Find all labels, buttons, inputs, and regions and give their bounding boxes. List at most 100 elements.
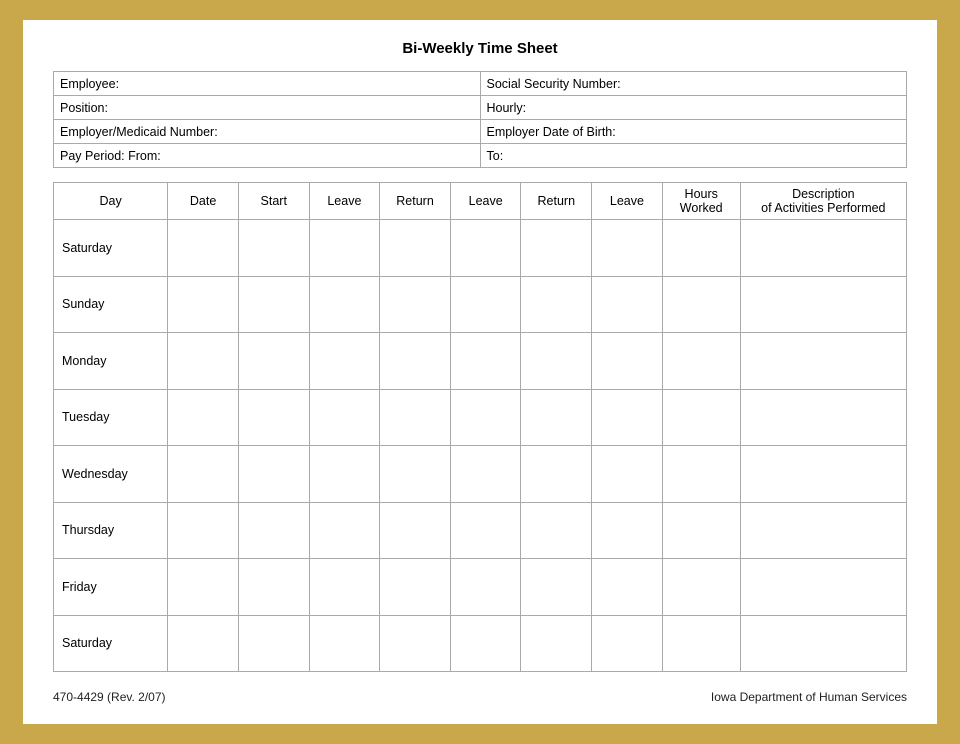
info-label-left: Employee: xyxy=(54,72,481,96)
time-cell[interactable] xyxy=(168,446,239,503)
time-cell[interactable] xyxy=(662,615,740,672)
day-cell: Thursday xyxy=(54,502,168,559)
time-cell[interactable] xyxy=(662,446,740,503)
time-cell[interactable] xyxy=(168,389,239,446)
time-cell[interactable] xyxy=(238,446,309,503)
page: Bi-Weekly Time Sheet Employee:Social Sec… xyxy=(20,17,940,727)
column-header-2: Start xyxy=(238,183,309,220)
time-cell[interactable] xyxy=(309,389,380,446)
time-cell[interactable] xyxy=(309,559,380,616)
time-cell[interactable] xyxy=(592,615,663,672)
column-header-5: Leave xyxy=(450,183,521,220)
time-cell[interactable] xyxy=(309,615,380,672)
info-label-right: Social Security Number: xyxy=(480,72,907,96)
time-cell[interactable] xyxy=(380,615,451,672)
column-header-8: HoursWorked xyxy=(662,183,740,220)
day-cell: Sunday xyxy=(54,276,168,333)
time-cell[interactable] xyxy=(662,389,740,446)
time-cell[interactable] xyxy=(238,333,309,390)
time-cell[interactable] xyxy=(740,615,906,672)
time-cell[interactable] xyxy=(592,276,663,333)
time-cell[interactable] xyxy=(662,220,740,277)
table-row: Monday xyxy=(54,333,907,390)
column-header-9: Descriptionof Activities Performed xyxy=(740,183,906,220)
info-label-right: To: xyxy=(480,144,907,168)
time-cell[interactable] xyxy=(380,276,451,333)
time-cell[interactable] xyxy=(450,559,521,616)
timesheet-table: DayDateStartLeaveReturnLeaveReturnLeaveH… xyxy=(53,182,907,672)
time-cell[interactable] xyxy=(450,446,521,503)
time-cell[interactable] xyxy=(168,276,239,333)
time-cell[interactable] xyxy=(309,220,380,277)
time-cell[interactable] xyxy=(168,615,239,672)
time-cell[interactable] xyxy=(740,502,906,559)
time-cell[interactable] xyxy=(450,276,521,333)
column-header-7: Leave xyxy=(592,183,663,220)
day-cell: Saturday xyxy=(54,615,168,672)
info-label-right: Hourly: xyxy=(480,96,907,120)
time-cell[interactable] xyxy=(662,559,740,616)
time-cell[interactable] xyxy=(450,333,521,390)
time-cell[interactable] xyxy=(740,276,906,333)
time-cell[interactable] xyxy=(521,389,592,446)
time-cell[interactable] xyxy=(309,502,380,559)
time-cell[interactable] xyxy=(238,276,309,333)
time-cell[interactable] xyxy=(450,615,521,672)
time-cell[interactable] xyxy=(380,559,451,616)
time-cell[interactable] xyxy=(740,333,906,390)
info-table: Employee:Social Security Number:Position… xyxy=(53,71,907,168)
time-cell[interactable] xyxy=(309,446,380,503)
time-cell[interactable] xyxy=(309,333,380,390)
info-label-right: Employer Date of Birth: xyxy=(480,120,907,144)
time-cell[interactable] xyxy=(238,559,309,616)
footer-left: 470-4429 (Rev. 2/07) xyxy=(53,690,166,704)
time-cell[interactable] xyxy=(238,220,309,277)
day-cell: Wednesday xyxy=(54,446,168,503)
time-cell[interactable] xyxy=(168,502,239,559)
time-cell[interactable] xyxy=(238,502,309,559)
time-cell[interactable] xyxy=(521,220,592,277)
time-cell[interactable] xyxy=(238,615,309,672)
time-cell[interactable] xyxy=(740,389,906,446)
time-cell[interactable] xyxy=(662,333,740,390)
time-cell[interactable] xyxy=(521,276,592,333)
time-cell[interactable] xyxy=(380,220,451,277)
time-cell[interactable] xyxy=(238,389,309,446)
column-header-3: Leave xyxy=(309,183,380,220)
table-row: Tuesday xyxy=(54,389,907,446)
time-cell[interactable] xyxy=(662,276,740,333)
time-cell[interactable] xyxy=(592,220,663,277)
time-cell[interactable] xyxy=(380,502,451,559)
time-cell[interactable] xyxy=(168,220,239,277)
time-cell[interactable] xyxy=(740,446,906,503)
time-cell[interactable] xyxy=(380,333,451,390)
table-row: Thursday xyxy=(54,502,907,559)
time-cell[interactable] xyxy=(662,502,740,559)
time-cell[interactable] xyxy=(450,389,521,446)
time-cell[interactable] xyxy=(592,559,663,616)
day-cell: Friday xyxy=(54,559,168,616)
time-cell[interactable] xyxy=(521,502,592,559)
time-cell[interactable] xyxy=(740,220,906,277)
time-cell[interactable] xyxy=(168,559,239,616)
time-cell[interactable] xyxy=(450,220,521,277)
time-cell[interactable] xyxy=(592,446,663,503)
time-cell[interactable] xyxy=(521,615,592,672)
info-label-left: Employer/Medicaid Number: xyxy=(54,120,481,144)
time-cell[interactable] xyxy=(740,559,906,616)
time-cell[interactable] xyxy=(380,446,451,503)
day-cell: Tuesday xyxy=(54,389,168,446)
time-cell[interactable] xyxy=(592,502,663,559)
time-cell[interactable] xyxy=(309,276,380,333)
column-header-4: Return xyxy=(380,183,451,220)
time-cell[interactable] xyxy=(592,333,663,390)
page-title: Bi-Weekly Time Sheet xyxy=(53,40,907,57)
table-row: Sunday xyxy=(54,276,907,333)
time-cell[interactable] xyxy=(168,333,239,390)
time-cell[interactable] xyxy=(380,389,451,446)
time-cell[interactable] xyxy=(592,389,663,446)
time-cell[interactable] xyxy=(450,502,521,559)
time-cell[interactable] xyxy=(521,446,592,503)
time-cell[interactable] xyxy=(521,559,592,616)
time-cell[interactable] xyxy=(521,333,592,390)
